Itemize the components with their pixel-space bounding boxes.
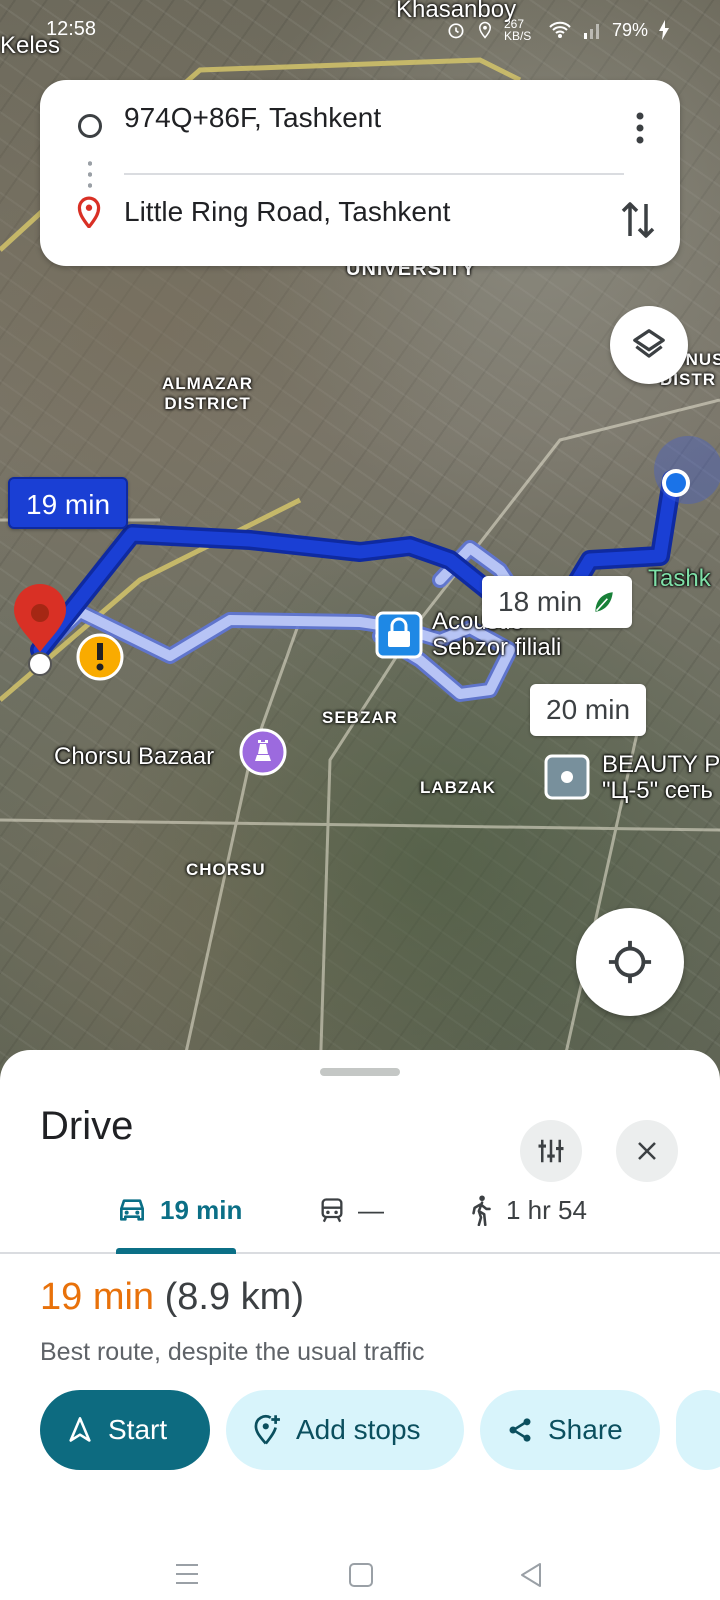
active-tab-indicator [116,1248,236,1254]
status-icons: 267 KB/S 79% [446,18,670,42]
add-stops-button[interactable]: Add stops [226,1390,464,1470]
route-eco-time: 18 min [498,586,583,617]
sheet-title: Drive [40,1104,134,1148]
poi-chorsu-bazaar[interactable]: Chorsu Bazaar [54,744,214,770]
route-time-chip-main[interactable]: 19 min [8,477,129,529]
drag-handle[interactable] [320,1068,400,1076]
destination-pin-icon [77,196,101,228]
action-row: Start Add stops Share [0,1390,720,1472]
origin-field[interactable]: 974Q+86F, Tashkent [124,102,381,134]
charging-icon [659,20,669,40]
tab-walk[interactable]: 1 hr 54 [468,1168,587,1252]
destination-field[interactable]: Little Ring Road, Tashkent [124,196,450,228]
more-actions-pill[interactable] [676,1390,720,1470]
add-location-icon [254,1415,280,1445]
recent-apps-icon[interactable] [174,1562,200,1586]
status-bar: 12:58 267 KB/S 79% [0,0,720,60]
route-note: Best route, despite the usual traffic [40,1338,425,1366]
status-time: 12:58 [46,18,97,40]
start-button[interactable]: Start [40,1390,210,1470]
layers-icon [633,329,665,358]
back-icon[interactable] [518,1562,544,1588]
route-time-chip-eco[interactable]: 18 min [482,576,633,628]
travel-mode-tabs: 19 min — 1 hr 54 [0,1168,720,1254]
tab-drive[interactable]: 19 min [116,1168,242,1252]
share-label: Share [548,1414,623,1445]
network-speed: 267 KB/S [503,17,532,43]
my-location-button[interactable] [576,908,684,1016]
origin-row[interactable]: 974Q+86F, Tashkent [40,80,680,150]
tune-icon [538,1139,564,1163]
walk-time: 1 hr 54 [506,1194,587,1225]
map-label-labzak: LABZAK [420,778,496,797]
start-label: Start [108,1414,168,1445]
close-icon [638,1142,656,1160]
origin-circle-icon [78,114,102,138]
route-summary: 19 min (8.9 km) [40,1276,304,1319]
map-label-chorsu: CHORSU [186,860,266,879]
map-label-tashk: Tashk [648,565,711,592]
battery-level: 79% [611,19,648,40]
car-icon [120,1199,144,1221]
wifi-icon [549,21,571,38]
add-stops-label: Add stops [296,1414,421,1445]
share-icon [509,1418,531,1442]
transit-icon [321,1198,343,1223]
navigation-arrow-icon [69,1417,91,1442]
map-label-sebzar: SEBZAR [322,708,398,727]
signal-icon [583,24,599,39]
directions-card: 974Q+86F, Tashkent Little Ring Road, Tas… [40,80,680,266]
leaf-icon [595,592,613,612]
share-button[interactable]: Share [480,1390,660,1470]
crosshair-icon [608,940,652,984]
map-label-almazar: ALMAZAR DISTRICT [162,374,254,413]
route-duration: 19 min [40,1276,155,1318]
poi-beauty[interactable]: BEAUTY P "Ц-5" сеть [602,752,720,804]
bottom-sheet: Drive 19 min — 1 hr 54 19 min (8.9 km) B… [0,1050,720,1600]
home-icon[interactable] [348,1562,374,1588]
system-nav-bar [0,1550,720,1600]
route-distance: (8.9 km) [164,1276,304,1318]
drive-time: 19 min [160,1194,243,1225]
location-status-icon [478,21,491,39]
tab-transit[interactable]: — [318,1168,384,1252]
transit-time: — [358,1194,384,1225]
walk-icon [472,1195,491,1226]
destination-row[interactable]: Little Ring Road, Tashkent [40,174,680,244]
more-options-icon[interactable] [630,110,650,146]
swap-icon[interactable] [620,198,656,242]
route-time-chip-alt[interactable]: 20 min [530,684,647,736]
layers-button[interactable] [610,306,688,384]
alarm-icon [448,23,464,39]
